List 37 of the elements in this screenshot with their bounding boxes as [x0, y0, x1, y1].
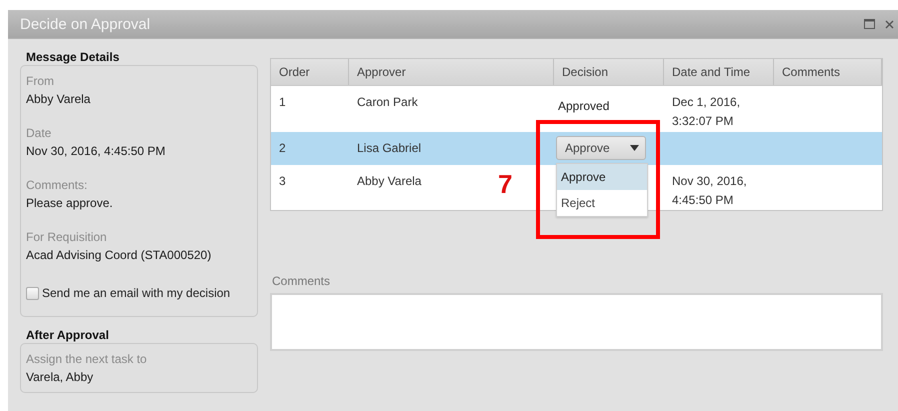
decision-dropdown[interactable]: Approve [556, 136, 646, 160]
field-value: Varela, Abby [26, 369, 94, 386]
field-label: Assign the next task to [26, 351, 147, 368]
field-label: Comments: [26, 177, 88, 194]
step-number: 7 [498, 169, 512, 199]
field-label: For Requisition [26, 229, 107, 246]
field-value: Abby Varela [26, 91, 90, 108]
table-cell: 3 [279, 174, 286, 188]
table-cell: 1 [279, 94, 286, 109]
field-value: Acad Advising Coord (STA000520) [26, 247, 212, 264]
close-icon[interactable] [885, 20, 894, 28]
dropdown-option[interactable]: Approve [557, 164, 647, 190]
comments-field[interactable] [270, 293, 883, 351]
table-cell: Approved [558, 98, 610, 113]
column-header[interactable]: Date and Time [664, 59, 774, 85]
column-header[interactable]: Order [271, 59, 349, 85]
section-heading: Message Details [25, 49, 120, 65]
table-cell-text: Nov 30, 2016, 4:45:50 PM [672, 172, 748, 209]
window-title: Decide on Approval [20, 16, 150, 32]
caret-icon [630, 145, 639, 152]
table-cell-text: Dec 1, 2016, 3:32:07 PM [672, 94, 742, 130]
section-heading: After Approval [25, 327, 109, 343]
table-cell: Caron Park [357, 94, 418, 109]
table-cell: Lisa Gabriel [357, 141, 422, 156]
column-header[interactable]: Comments [774, 59, 882, 85]
checkbox-label: Send me an email with my decision [42, 286, 230, 300]
field-label: Date [26, 125, 52, 142]
column-header[interactable]: Approver [349, 59, 554, 85]
table-cell: Abby Varela [357, 174, 422, 188]
field-label: From [26, 73, 54, 90]
field-value: Please approve. [26, 195, 113, 212]
email-checkbox[interactable] [26, 286, 39, 300]
field-value: Nov 30, 2016, 4:45:50 PM [26, 143, 166, 160]
column-header[interactable]: Decision [554, 59, 664, 85]
table-cell: 2 [279, 141, 286, 156]
maximize-icon[interactable] [864, 19, 875, 29]
field-label: Comments [271, 273, 330, 289]
